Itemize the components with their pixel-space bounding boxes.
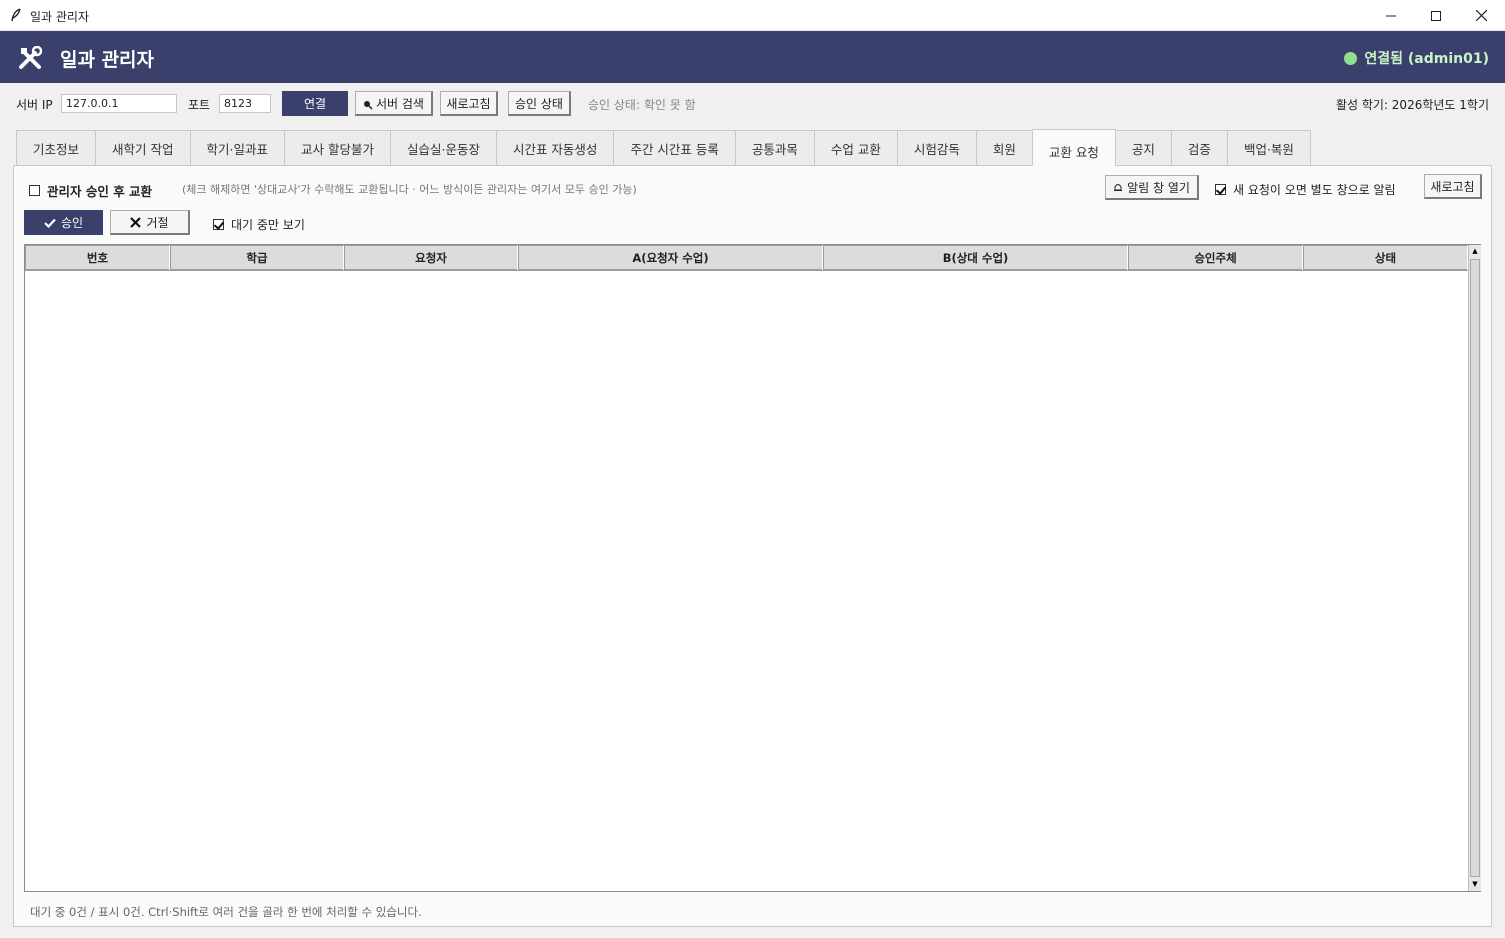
connect-button[interactable]: 연결: [282, 91, 348, 116]
connect-label: 연결: [303, 97, 327, 111]
tools-icon: [19, 46, 43, 69]
connection-status: 연결됨 (admin01): [1344, 48, 1489, 68]
column-header-approver[interactable]: 승인주체: [1128, 245, 1303, 271]
server-ip-label: 서버 IP: [16, 98, 53, 112]
admin-approval-label: 관리자 승인 후 교환: [47, 184, 153, 199]
approval-status-button[interactable]: 승인 상태: [508, 91, 571, 116]
exchange-requests-table[interactable]: 번호 학급 요청자 A(요청자 수업) B(상대 수업) 승인주체 상태 ▲ ▼: [24, 244, 1481, 892]
active-term: 활성 학기: 2026학년도 1학기: [1335, 98, 1489, 112]
notify-new-label: 새 요청이 오면 별도 창으로 알림: [1233, 183, 1396, 197]
tab-label: 공통과목: [751, 141, 798, 157]
tab-auto-timetable[interactable]: 시간표 자동생성: [495, 130, 615, 165]
tab-label: 교사 할당불가: [300, 141, 374, 157]
tab-label: 검증: [1187, 141, 1211, 157]
server-search-button[interactable]: 서버 검색: [355, 91, 433, 116]
maximize-button[interactable]: [1413, 0, 1459, 31]
tab-teacher-unavailable[interactable]: 교사 할당불가: [283, 130, 391, 165]
panel-refresh-button[interactable]: 새로고침: [1424, 174, 1482, 199]
search-icon: [364, 101, 373, 110]
bell-icon: [1114, 184, 1123, 191]
admin-approval-checkbox[interactable]: 관리자 승인 후 교환: [29, 181, 152, 200]
tab-label: 교환 요청: [1048, 144, 1099, 160]
reject-label: 거절: [146, 215, 169, 230]
tab-common-subjects[interactable]: 공통과목: [734, 130, 815, 165]
checkbox-box: [29, 185, 40, 196]
scroll-up-icon[interactable]: ▲: [1469, 245, 1481, 257]
checkbox-box: [213, 219, 224, 230]
tab-label: 백업·복원: [1243, 141, 1294, 157]
server-ip-input[interactable]: [61, 94, 177, 113]
column-header-partner-class[interactable]: B(상대 수업): [823, 245, 1128, 271]
approve-label: 승인: [60, 216, 84, 230]
port-label: 포트: [188, 98, 211, 112]
close-button[interactable]: [1458, 0, 1504, 31]
app-title: 일과 관리자: [60, 49, 155, 71]
pending-only-checkbox[interactable]: 대기 중만 보기: [213, 216, 305, 233]
table-scrollbar[interactable]: ▲ ▼: [1468, 245, 1481, 891]
tab-members[interactable]: 회원: [975, 130, 1033, 165]
feather-icon: [11, 8, 21, 22]
table-header: 번호 학급 요청자 A(요청자 수업) B(상대 수업) 승인주체 상태: [25, 245, 1468, 271]
app-header: 일과 관리자 연결됨 (admin01): [0, 31, 1505, 83]
checkbox-box: [1215, 184, 1226, 195]
tab-label: 새학기 작업: [112, 141, 174, 157]
pending-only-label: 대기 중만 보기: [231, 218, 305, 232]
tab-labs-fields[interactable]: 실습실·운동장: [389, 130, 497, 165]
tab-validation[interactable]: 검증: [1170, 130, 1228, 165]
open-alert-window-button[interactable]: 알림 창 열기: [1105, 175, 1199, 200]
open-alert-window-label: 알림 창 열기: [1127, 180, 1190, 195]
tab-label: 기초정보: [33, 141, 80, 157]
tab-label: 시간표 자동생성: [512, 141, 598, 157]
tab-term-schedule[interactable]: 학기·일과표: [189, 130, 285, 165]
tab-backup-restore[interactable]: 백업·복원: [1226, 130, 1311, 165]
panel-refresh-label: 새로고침: [1430, 179, 1475, 194]
tab-label: 주간 시간표 등록: [630, 141, 719, 157]
tab-notices[interactable]: 공지: [1114, 130, 1172, 165]
minimize-icon: [1386, 15, 1396, 16]
tab-label: 회원: [992, 141, 1016, 157]
tab-label: 시험감독: [913, 141, 960, 157]
column-header-requester[interactable]: 요청자: [344, 245, 518, 271]
approve-button[interactable]: 승인: [24, 210, 103, 235]
toolbar-refresh-label: 새로고침: [446, 96, 491, 111]
tab-basic-info[interactable]: 기초정보: [16, 130, 97, 165]
tab-label: 학기·일과표: [206, 141, 268, 157]
scroll-down-icon[interactable]: ▼: [1469, 878, 1481, 890]
tab-exam-proctor[interactable]: 시험감독: [896, 130, 977, 165]
notify-new-checkbox[interactable]: 새 요청이 오면 별도 창으로 알림: [1215, 181, 1396, 198]
exchange-requests-panel: 관리자 승인 후 교환 (체크 해제하면 '상대교사'가 수락해도 교환됩니다 …: [13, 165, 1492, 927]
server-search-label: 서버 검색: [376, 96, 424, 111]
column-header-requester-class[interactable]: A(요청자 수업): [518, 245, 823, 271]
connection-label: 연결됨 (admin01): [1364, 51, 1489, 67]
toolbar-refresh-button[interactable]: 새로고침: [440, 91, 498, 116]
x-icon: [130, 216, 142, 228]
status-text: 대기 중 0건 / 표시 0건. Ctrl·Shift로 여러 건을 골라 한 …: [30, 905, 422, 919]
maximize-icon: [1431, 10, 1441, 21]
tab-new-term[interactable]: 새학기 작업: [95, 130, 191, 165]
tab-label: 공지: [1131, 141, 1155, 157]
column-header-status[interactable]: 상태: [1303, 245, 1468, 271]
tab-class-swap[interactable]: 수업 교환: [813, 130, 898, 165]
tab-weekly-timetable[interactable]: 주간 시간표 등록: [613, 130, 736, 165]
port-input[interactable]: [219, 94, 271, 113]
close-icon: [1475, 10, 1487, 21]
tab-label: 실습실·운동장: [406, 141, 480, 157]
approval-state-text: 승인 상태: 확인 못 함: [588, 98, 696, 112]
approval-hint: (체크 해제하면 '상대교사'가 수락해도 교환됩니다 · 어느 방식이든 관리…: [182, 183, 637, 196]
reject-button[interactable]: 거절: [110, 210, 190, 235]
window-titlebar: 일과 관리자: [0, 0, 1505, 31]
status-dot-icon: [1344, 51, 1358, 65]
tab-exchange-requests[interactable]: 교환 요청: [1031, 129, 1116, 166]
check-icon: [44, 218, 56, 228]
scroll-thumb[interactable]: [1470, 259, 1480, 877]
window-title: 일과 관리자: [30, 10, 90, 24]
column-header-number[interactable]: 번호: [25, 245, 170, 271]
tab-label: 수업 교환: [830, 141, 881, 157]
connection-toolbar: 서버 IP 포트 연결 서버 검색 새로고침 승인 상태 승인 상태: 확인 못…: [0, 83, 1505, 123]
column-header-class[interactable]: 학급: [170, 245, 344, 271]
approval-status-label: 승인 상태: [515, 96, 563, 111]
main-tabs: 기초정보 새학기 작업 학기·일과표 교사 할당불가 실습실·운동장 시간표 자…: [16, 129, 1311, 166]
minimize-button[interactable]: [1368, 0, 1414, 31]
